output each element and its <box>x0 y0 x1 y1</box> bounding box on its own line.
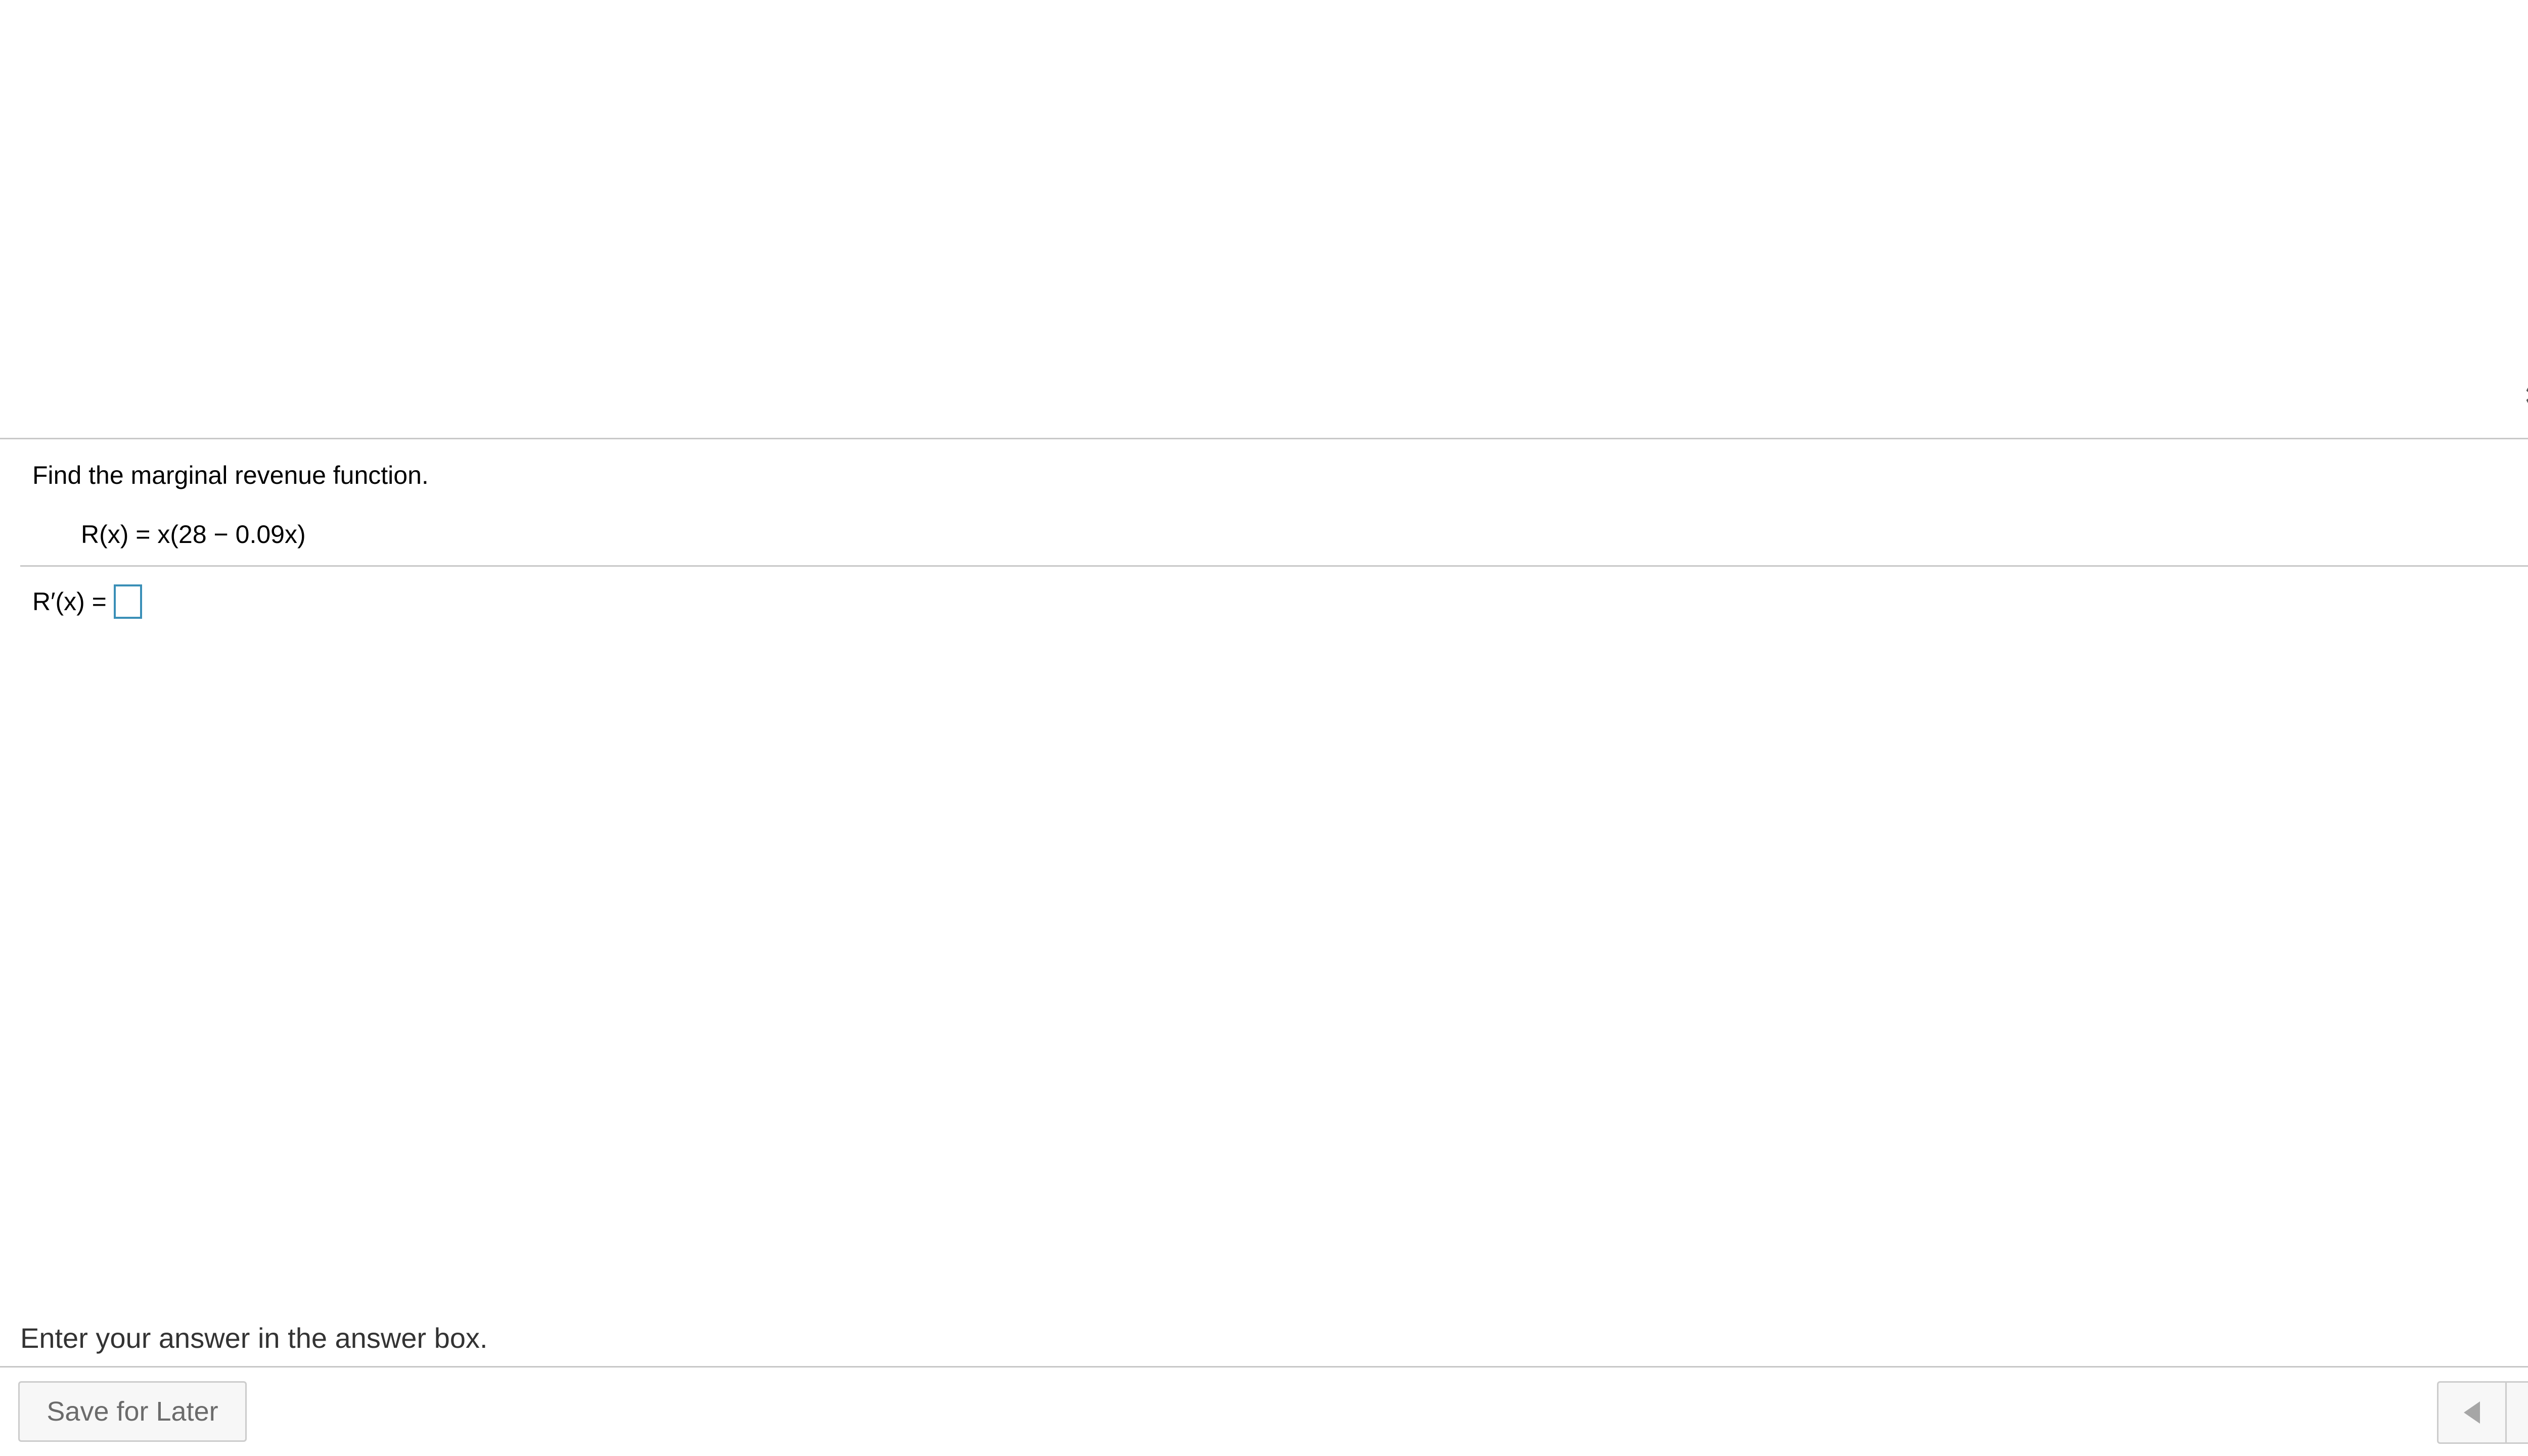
answer-row: R′(x) = <box>32 580 142 623</box>
answer-input[interactable] <box>113 584 142 619</box>
question-divider <box>20 565 2528 567</box>
gear-icon[interactable] <box>2522 375 2528 416</box>
answer-label: R′(x) = <box>32 587 107 616</box>
previous-button[interactable] <box>2439 1383 2505 1442</box>
top-divider <box>0 438 2528 439</box>
question-prompt: Find the marginal revenue function. <box>32 461 429 489</box>
instruction-text: Enter your answer in the answer box. <box>20 1322 488 1354</box>
next-button[interactable] <box>2505 1383 2528 1442</box>
revenue-equation: R(x) = x(28 − 0.09x) <box>81 520 306 549</box>
question-nav <box>2437 1381 2528 1444</box>
footer-divider <box>0 1366 2528 1368</box>
triangle-left-icon <box>2463 1401 2480 1424</box>
save-for-later-button[interactable]: Save for Later <box>18 1381 247 1442</box>
question-page: Find the marginal revenue function. R(x)… <box>0 0 2528 1456</box>
